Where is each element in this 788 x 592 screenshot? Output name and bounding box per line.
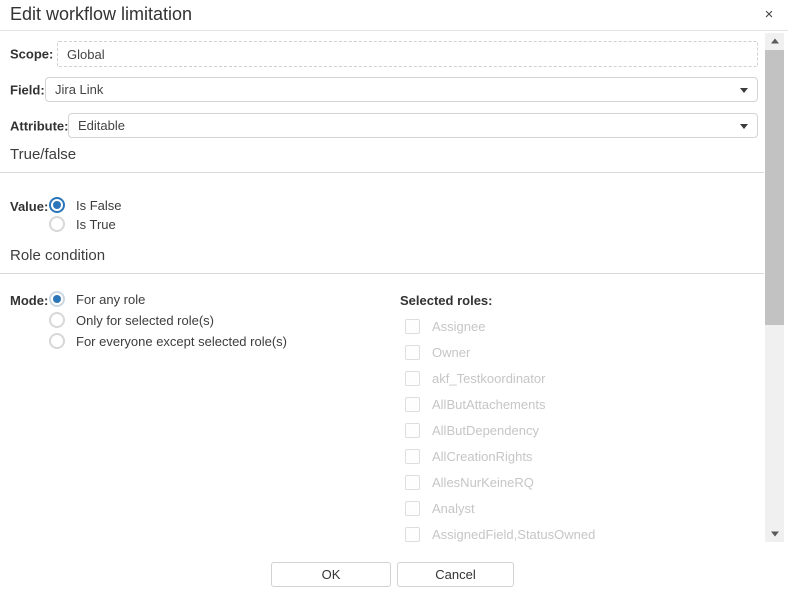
- role-row: Analyst: [405, 500, 475, 516]
- radio-label: For any role: [76, 292, 145, 307]
- role-checkbox: [405, 501, 420, 516]
- role-label: Assignee: [432, 319, 485, 334]
- role-row: Assignee: [405, 318, 485, 334]
- selected-roles-label: Selected roles:: [400, 293, 493, 308]
- role-label: AllButAttachements: [432, 397, 545, 412]
- scope-label: Scope:: [10, 47, 53, 62]
- dialog-title: Edit workflow limitation: [10, 4, 192, 25]
- close-icon[interactable]: ×: [760, 6, 778, 24]
- role-row: Owner: [405, 344, 470, 360]
- scope-row: Scope: Global: [0, 41, 788, 67]
- role-checkbox: [405, 371, 420, 386]
- role-label: AllesNurKeineRQ: [432, 475, 534, 490]
- field-dropdown-value: Jira Link: [55, 82, 103, 97]
- ok-button[interactable]: OK: [271, 562, 391, 587]
- role-row: akf_Testkoordinator: [405, 370, 545, 386]
- field-row: Field: Jira Link: [0, 77, 788, 102]
- role-checkbox: [405, 319, 420, 334]
- cancel-button[interactable]: Cancel: [397, 562, 514, 587]
- role-checkbox: [405, 397, 420, 412]
- role-label: akf_Testkoordinator: [432, 371, 545, 386]
- attribute-dropdown[interactable]: Editable: [68, 113, 758, 138]
- scrollbar-thumb[interactable]: [765, 50, 784, 325]
- role-row: AssignedField,StatusOwned: [405, 526, 595, 542]
- radio-label: For everyone except selected role(s): [76, 334, 287, 349]
- radio-button[interactable]: [49, 312, 65, 328]
- radio-label: Is True: [76, 217, 116, 232]
- attribute-dropdown-value: Editable: [78, 118, 125, 133]
- value-label: Value:: [10, 199, 48, 214]
- role-row: AllButAttachements: [405, 396, 545, 412]
- role-row: AllButDependency: [405, 422, 539, 438]
- edit-workflow-limitation-dialog: Edit workflow limitation × Scope: Global…: [0, 0, 788, 592]
- scope-value: Global: [67, 47, 105, 62]
- title-divider: [0, 30, 788, 31]
- role-label: Owner: [432, 345, 470, 360]
- radio-button[interactable]: [49, 333, 65, 349]
- radio-label: Only for selected role(s): [76, 313, 214, 328]
- role-checkbox: [405, 423, 420, 438]
- radio-button[interactable]: [49, 197, 65, 213]
- radio-option-is-false: Is False: [49, 197, 122, 213]
- scope-input: Global: [57, 41, 758, 67]
- role-row: AllesNurKeineRQ: [405, 474, 534, 490]
- chevron-down-icon: [740, 124, 748, 129]
- role-checkbox: [405, 527, 420, 542]
- attribute-row: Attribute: Editable: [0, 113, 788, 138]
- role-label: AllButDependency: [432, 423, 539, 438]
- truefalse-section-heading: True/false: [10, 146, 76, 163]
- attribute-label: Attribute:: [10, 118, 69, 133]
- scroll-up-icon[interactable]: [765, 33, 784, 49]
- role-checkbox: [405, 475, 420, 490]
- radio-option-only-selected: Only for selected role(s): [49, 312, 214, 328]
- radio-option-any-role: For any role: [49, 291, 145, 307]
- field-label: Field:: [10, 82, 45, 97]
- role-checkbox: [405, 345, 420, 360]
- radio-option-everyone-except: For everyone except selected role(s): [49, 333, 287, 349]
- role-label: AssignedField,StatusOwned: [432, 527, 595, 542]
- scroll-down-icon[interactable]: [765, 526, 784, 542]
- mode-label: Mode:: [10, 293, 48, 308]
- field-dropdown[interactable]: Jira Link: [45, 77, 758, 102]
- truefalse-section-divider: [0, 172, 764, 173]
- role-checkbox: [405, 449, 420, 464]
- role-section-divider: [0, 273, 764, 274]
- vertical-scrollbar[interactable]: [765, 33, 784, 542]
- chevron-down-icon: [740, 88, 748, 93]
- role-section-heading: Role condition: [10, 247, 105, 264]
- radio-label: Is False: [76, 198, 122, 213]
- role-row: AllCreationRights: [405, 448, 532, 464]
- radio-button[interactable]: [49, 216, 65, 232]
- role-label: AllCreationRights: [432, 449, 532, 464]
- role-label: Analyst: [432, 501, 475, 516]
- radio-option-is-true: Is True: [49, 216, 116, 232]
- radio-button[interactable]: [49, 291, 65, 307]
